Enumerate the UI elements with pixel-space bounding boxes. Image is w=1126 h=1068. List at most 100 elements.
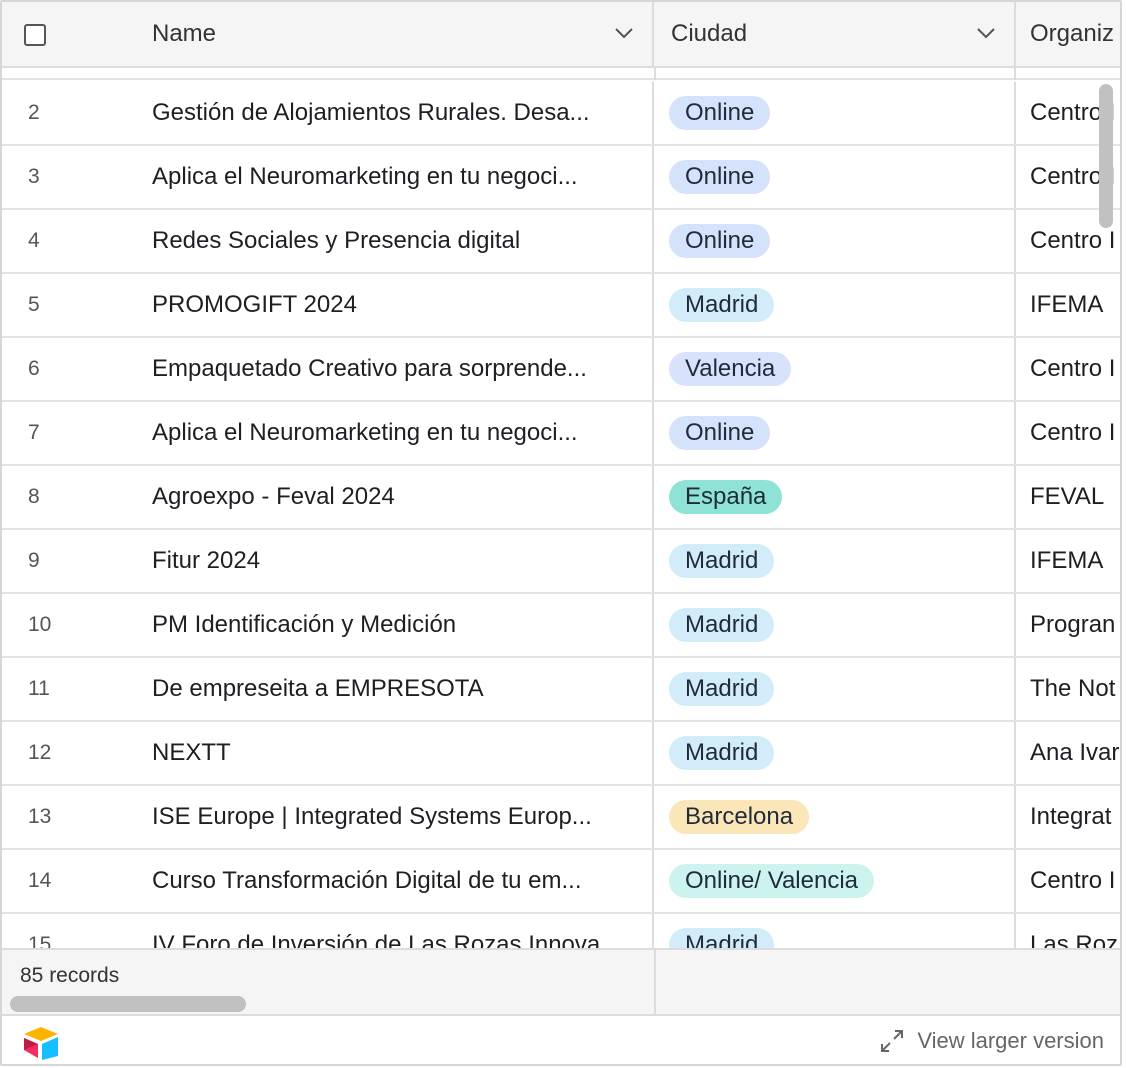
- organizacion-cell[interactable]: IFEMA: [1018, 274, 1120, 336]
- organizacion-cell[interactable]: Centro I: [1018, 850, 1120, 912]
- name-cell[interactable]: PM Identificación y Medición: [152, 594, 654, 656]
- ciudad-cell[interactable]: Online: [656, 210, 1016, 272]
- ciudad-cell[interactable]: Madrid: [656, 722, 1016, 784]
- row-number: 10: [28, 613, 52, 636]
- airtable-logo-icon[interactable]: [20, 1024, 62, 1060]
- ciudad-cell[interactable]: Madrid: [656, 658, 1016, 720]
- table-row[interactable]: 11 De empreseita a EMPRESOTA Madrid The Not: [2, 658, 1120, 722]
- name-cell[interactable]: De empreseita a EMPRESOTA: [152, 658, 654, 720]
- column-header-organizacion[interactable]: Organiz: [1018, 2, 1120, 66]
- table-row[interactable]: 9 Fitur 2024 Madrid IFEMA: [2, 530, 1120, 594]
- column-header-label: Organiz: [1030, 20, 1115, 47]
- ciudad-tag: Valencia: [669, 352, 792, 386]
- ciudad-tag: Online/ Valencia: [669, 864, 874, 898]
- row-number: 4: [28, 229, 40, 252]
- grid-footer: 85 records: [2, 948, 1120, 1016]
- name-cell[interactable]: PROMOGIFT 2024: [152, 274, 654, 336]
- ciudad-cell[interactable]: Madrid: [656, 914, 1016, 948]
- name-cell[interactable]: Redes Sociales y Presencia digital: [152, 210, 654, 272]
- ciudad-cell[interactable]: Valencia: [656, 338, 1016, 400]
- name-cell[interactable]: NEXTT: [152, 722, 654, 784]
- name-cell[interactable]: Fitur 2024: [152, 530, 654, 592]
- table-row[interactable]: 6 Empaquetado Creativo para sorprende... V…: [2, 338, 1120, 402]
- name-text: Curso Transformación Digital de tu em...: [152, 867, 582, 894]
- ciudad-cell[interactable]: Online: [656, 146, 1016, 208]
- name-cell[interactable]: Aplica el Neuromarketing en tu negoci...: [152, 402, 654, 464]
- ciudad-cell[interactable]: Online/ Valencia: [656, 850, 1016, 912]
- chevron-down-icon[interactable]: [976, 26, 996, 40]
- ciudad-cell[interactable]: Madrid: [656, 594, 1016, 656]
- table-row[interactable]: 3 Aplica el Neuromarketing en tu negoci..…: [2, 146, 1120, 210]
- name-cell[interactable]: ISE Europe | Integrated Systems Europ...: [152, 786, 654, 848]
- name-cell[interactable]: IV Foro de Inversión de Las Rozas Innova: [152, 914, 654, 948]
- organizacion-cell[interactable]: Progran: [1018, 594, 1120, 656]
- ciudad-cell[interactable]: Online: [656, 82, 1016, 144]
- row-number: 12: [28, 741, 52, 764]
- row-number: 5: [28, 293, 40, 316]
- table-row[interactable]: 10 PM Identificación y Medición Madrid Prog…: [2, 594, 1120, 658]
- organizacion-cell[interactable]: FEVAL: [1018, 466, 1120, 528]
- ciudad-cell[interactable]: Madrid: [656, 274, 1016, 336]
- organizacion-cell[interactable]: The Not: [1018, 658, 1120, 720]
- partial-row: [2, 68, 1120, 80]
- organizacion-text: FEVAL: [1030, 483, 1105, 510]
- name-text: Aplica el Neuromarketing en tu negoci...: [152, 419, 578, 446]
- name-cell[interactable]: Aplica el Neuromarketing en tu negoci...: [152, 146, 654, 208]
- ciudad-tag: Online: [669, 160, 771, 194]
- organizacion-cell[interactable]: Centro I: [1018, 338, 1120, 400]
- name-text: PM Identificación y Medición: [152, 611, 457, 638]
- organizacion-text: Centro I: [1030, 419, 1116, 446]
- ciudad-tag: Barcelona: [669, 800, 810, 834]
- row-number: 7: [28, 421, 40, 444]
- organizacion-text: Centro I: [1030, 355, 1116, 382]
- table-row[interactable]: 8 Agroexpo - Feval 2024 España FEVAL: [2, 466, 1120, 530]
- vertical-scrollbar[interactable]: [1099, 84, 1113, 228]
- table-row[interactable]: 14 Curso Transformación Digital de tu em.…: [2, 850, 1120, 914]
- table-row[interactable]: 15 IV Foro de Inversión de Las Rozas Inno…: [2, 914, 1120, 948]
- view-larger-link[interactable]: View larger version: [879, 1028, 1104, 1054]
- column-header-ciudad[interactable]: Ciudad: [656, 2, 1016, 66]
- chevron-down-icon[interactable]: [614, 26, 634, 40]
- name-text: PROMOGIFT 2024: [152, 291, 357, 318]
- table-row[interactable]: 4 Redes Sociales y Presencia digital Onlin…: [2, 210, 1120, 274]
- ciudad-cell[interactable]: España: [656, 466, 1016, 528]
- name-text: ISE Europe | Integrated Systems Europ...: [152, 803, 592, 830]
- table-row[interactable]: 2 Gestión de Alojamientos Rurales. Desa..…: [2, 82, 1120, 146]
- name-cell[interactable]: Curso Transformación Digital de tu em...: [152, 850, 654, 912]
- expand-icon: [881, 1030, 904, 1052]
- ciudad-cell[interactable]: Online: [656, 402, 1016, 464]
- table-row[interactable]: 13 ISE Europe | Integrated Systems Europ.…: [2, 786, 1120, 850]
- name-cell[interactable]: Agroexpo - Feval 2024: [152, 466, 654, 528]
- organizacion-cell[interactable]: Integrat: [1018, 786, 1120, 848]
- view-larger-label: View larger version: [917, 1028, 1104, 1053]
- row-number: 8: [28, 485, 40, 508]
- horizontal-scrollbar[interactable]: [10, 996, 246, 1012]
- name-text: Empaquetado Creativo para sorprende...: [152, 355, 587, 382]
- grid-body: 2 Gestión de Alojamientos Rurales. Desa..…: [2, 68, 1120, 948]
- table-row[interactable]: 5 PROMOGIFT 2024 Madrid IFEMA: [2, 274, 1120, 338]
- grid-header: Name Ciudad Organiz: [2, 2, 1120, 68]
- organizacion-cell[interactable]: Las Roz: [1018, 914, 1120, 948]
- name-text: Aplica el Neuromarketing en tu negoci...: [152, 163, 578, 190]
- ciudad-tag: Madrid: [669, 608, 775, 642]
- organizacion-text: Centro I: [1030, 227, 1116, 254]
- organizacion-cell[interactable]: IFEMA: [1018, 530, 1120, 592]
- row-number: 2: [28, 101, 40, 124]
- table-row[interactable]: 12 NEXTT Madrid Ana Ivar: [2, 722, 1120, 786]
- column-header-name[interactable]: Name: [152, 2, 654, 66]
- table-row[interactable]: 7 Aplica el Neuromarketing en tu negoci..…: [2, 402, 1120, 466]
- organizacion-cell[interactable]: Centro I: [1018, 402, 1120, 464]
- name-text: Fitur 2024: [152, 547, 261, 574]
- organizacion-text: Integrat: [1030, 803, 1112, 830]
- row-number: 11: [28, 677, 50, 700]
- name-cell[interactable]: Gestión de Alojamientos Rurales. Desa...: [152, 82, 654, 144]
- ciudad-cell[interactable]: Madrid: [656, 530, 1016, 592]
- name-text: Redes Sociales y Presencia digital: [152, 227, 521, 254]
- select-all-checkbox[interactable]: [24, 24, 46, 46]
- ciudad-cell[interactable]: Barcelona: [656, 786, 1016, 848]
- ciudad-tag: Madrid: [669, 736, 775, 770]
- organizacion-text: IFEMA: [1030, 291, 1104, 318]
- name-cell[interactable]: Empaquetado Creativo para sorprende...: [152, 338, 654, 400]
- organizacion-text: Ana Ivar: [1030, 739, 1120, 766]
- organizacion-cell[interactable]: Ana Ivar: [1018, 722, 1120, 784]
